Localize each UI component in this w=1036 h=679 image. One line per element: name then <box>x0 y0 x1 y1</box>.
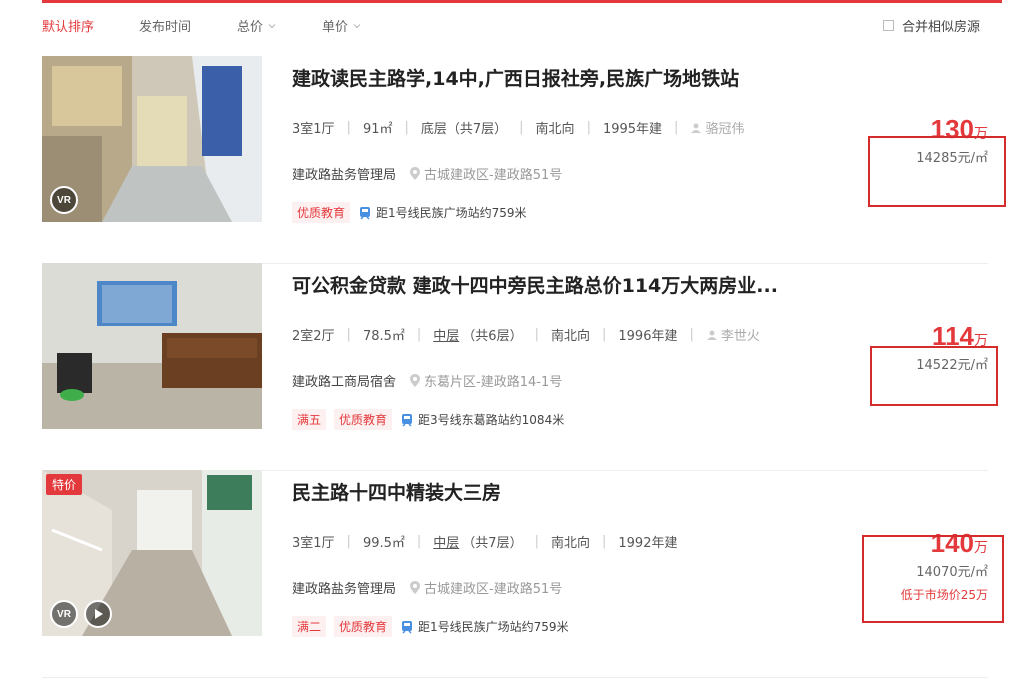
listing-attributes: 3室1厅 | 99.5㎡ | 中层 （共7层） | 南北向 | 1992年建 <box>292 534 678 551</box>
listing-tags: 满二 优质教育 距1号线民族广场站约759米 <box>292 616 569 637</box>
tag-education: 优质教育 <box>334 409 393 430</box>
listing-attributes: 2室2厅 | 78.5㎡ | 中层 （共6层） | 南北向 | 1996年建 | 李世火 <box>292 325 760 344</box>
sort-publish-time[interactable]: 发布时间 <box>139 16 191 35</box>
location-pin-icon <box>410 581 421 594</box>
location-pin-icon <box>410 167 421 180</box>
listing-photo[interactable]: 特价 VR <box>42 470 262 636</box>
living-room-photo <box>42 263 262 429</box>
subway-info: 距1号线民族广场站约759米 <box>358 204 527 221</box>
subway-icon <box>402 413 413 427</box>
listing-community: 建政路盐务管理局 古城建政区-建政路51号 <box>292 167 563 183</box>
sort-bar: 默认排序 发布时间 总价 单价 合并相似房源 <box>42 16 988 38</box>
vr-icon[interactable]: VR <box>50 186 78 214</box>
play-triangle-icon <box>95 609 103 619</box>
chevron-down-icon <box>353 23 361 28</box>
tag-two-years: 满二 <box>292 616 327 637</box>
agent[interactable]: 李世火 <box>706 325 760 344</box>
user-icon <box>706 330 717 340</box>
subway-info: 距3号线东葛路站约1084米 <box>400 411 564 428</box>
listing-item[interactable]: VR 建政读民主路学,14中,广西日报社旁,民族广场地铁站 3室1厅 | 91㎡ |… <box>42 56 988 264</box>
listing-title[interactable]: 建政读民主路学,14中,广西日报社旁,民族广场地铁站 <box>292 64 739 91</box>
merge-checkbox[interactable] <box>882 20 894 31</box>
listing-title[interactable]: 民主路十四中精装大三房 <box>292 478 501 505</box>
tag-education: 优质教育 <box>292 202 351 223</box>
special-price-badge: 特价 <box>46 474 83 495</box>
play-icon[interactable] <box>84 600 112 628</box>
location-pin-icon <box>410 374 421 387</box>
listing-photo[interactable]: VR <box>42 56 262 222</box>
top-accent-line <box>42 0 1002 3</box>
sort-default[interactable]: 默认排序 <box>42 16 94 35</box>
listing-tags: 优质教育 距1号线民族广场站约759米 <box>292 202 527 223</box>
subway-icon <box>360 206 371 220</box>
annotation-box <box>868 136 1006 207</box>
vr-icon[interactable]: VR <box>50 600 78 628</box>
annotation-box <box>862 535 1004 623</box>
chevron-down-icon <box>268 23 276 28</box>
user-icon <box>691 123 702 133</box>
listing-community: 建政路工商局宿舍 东葛片区-建政路14-1号 <box>292 374 563 390</box>
annotation-box <box>870 346 998 406</box>
listing-attributes: 3室1厅 | 91㎡ | 底层（共7层） | 南北向 | 1995年建 | 骆冠伟 <box>292 118 745 137</box>
tag-five-years: 满五 <box>292 409 327 430</box>
listing-item[interactable]: 可公积金贷款 建政十四中旁民主路总价114万大两房业... 2室2厅 | 78.5… <box>42 263 988 471</box>
tag-education: 优质教育 <box>334 616 393 637</box>
subway-info: 距1号线民族广场站约759米 <box>400 618 569 635</box>
subway-icon <box>402 620 413 634</box>
agent[interactable]: 骆冠伟 <box>690 118 744 137</box>
listing-title[interactable]: 可公积金贷款 建政十四中旁民主路总价114万大两房业... <box>292 271 778 298</box>
sort-unit-price[interactable]: 单价 <box>322 16 362 35</box>
sort-total-price[interactable]: 总价 <box>237 16 277 35</box>
merge-similar-toggle[interactable]: 合并相似房源 <box>882 16 980 35</box>
listing-item[interactable]: 特价 VR 民主路十四中精装大三房 3室1厅 | 99.5㎡ | 中层 （共7层） | … <box>42 470 988 678</box>
listing-community: 建政路盐务管理局 古城建政区-建政路51号 <box>292 581 563 597</box>
listing-tags: 满五 优质教育 距3号线东葛路站约1084米 <box>292 409 564 430</box>
listing-photo[interactable] <box>42 263 262 429</box>
